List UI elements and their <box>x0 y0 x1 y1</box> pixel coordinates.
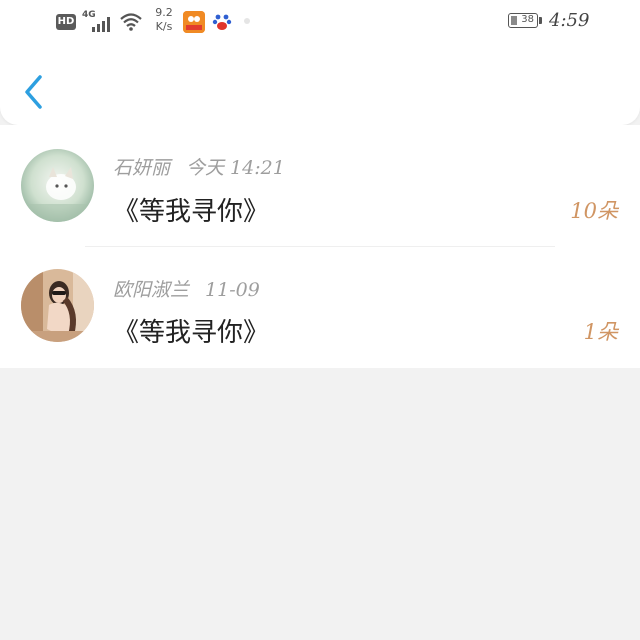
speed-unit: K/s <box>155 20 173 33</box>
record-date: 今天 14:21 <box>186 157 285 179</box>
status-bar: HD 4G 9.2 K/s 38 4:59 <box>0 6 640 36</box>
signal-icon <box>92 17 110 32</box>
list-item[interactable]: 欧阳淑兰 11-09 《等我寻你》 1朵 <box>0 247 640 367</box>
app-notification-icon <box>183 11 205 33</box>
paw-app-icon <box>212 14 232 30</box>
record-meta: 欧阳淑兰 11-09 <box>113 275 260 302</box>
record-meta: 石妍丽 今天 14:21 <box>113 153 285 180</box>
hd-badge: HD <box>56 14 76 30</box>
flower-count: 1朵 <box>583 320 618 344</box>
list-item[interactable]: 石妍丽 今天 14:21 《等我寻你》 10朵 <box>0 125 640 245</box>
back-button[interactable] <box>20 72 50 112</box>
battery-tip <box>539 17 542 24</box>
song-title: 《等我寻你》 <box>113 318 270 348</box>
sender-name: 石妍丽 <box>113 157 171 179</box>
gift-record-list: 石妍丽 今天 14:21 《等我寻你》 10朵 欧阳淑兰 11-09 《等我寻你》 … <box>0 125 640 368</box>
wifi-icon <box>120 13 142 31</box>
status-time: 4:59 <box>549 10 590 31</box>
chevron-left-icon <box>25 75 42 109</box>
battery-icon: 38 <box>508 13 538 28</box>
top-bar: HD 4G 9.2 K/s 38 4:59 <box>0 0 640 125</box>
battery-fill <box>511 16 517 25</box>
sender-name: 欧阳淑兰 <box>113 279 190 301</box>
flower-count: 10朵 <box>570 199 618 223</box>
battery-level: 38 <box>521 14 534 25</box>
notification-dot-icon <box>244 18 250 24</box>
avatar[interactable] <box>21 149 94 222</box>
record-date: 11-09 <box>205 279 260 301</box>
song-title: 《等我寻你》 <box>113 197 270 227</box>
avatar[interactable] <box>21 269 94 342</box>
speed-value: 9.2 <box>155 6 173 19</box>
network-speed: 9.2 K/s <box>152 6 176 34</box>
